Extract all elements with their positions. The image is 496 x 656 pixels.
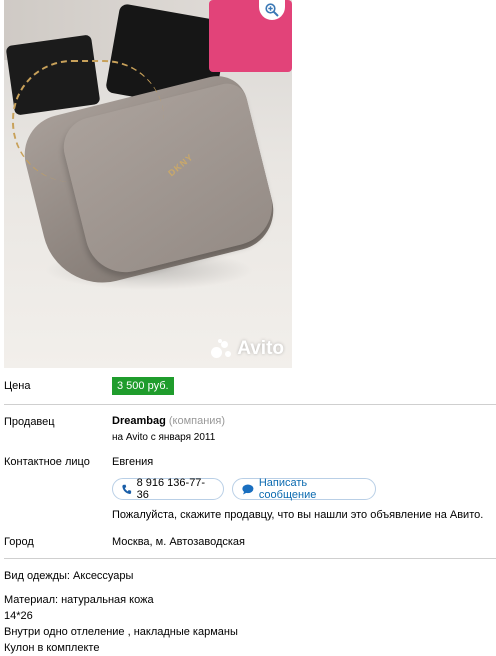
listing-photo[interactable]: DKNY Avito	[4, 0, 292, 368]
divider	[4, 558, 496, 559]
city-value: Москва, м. Автозаводская	[112, 536, 245, 548]
price-label: Цена	[4, 380, 31, 392]
city-label: Город	[4, 536, 34, 548]
contact-name: Евгения	[112, 456, 154, 468]
seller-name-link[interactable]: Dreambag	[112, 415, 166, 427]
phone-icon	[122, 484, 132, 494]
seller-type: (компания)	[168, 415, 226, 427]
description-text: Материал: натуральная кожа 14*26 Внутри …	[4, 592, 484, 656]
city-row: Город Москва, м. Автозаводская	[4, 536, 496, 552]
show-phone-button[interactable]: 8 916 136-77-36	[112, 477, 224, 501]
description-line: Внутри одно отлеление , накладные карман…	[4, 626, 238, 638]
avito-watermark: Avito	[211, 338, 284, 360]
magnifier-plus-icon	[265, 3, 279, 17]
seller-info: Dreambag (компания)	[112, 415, 225, 427]
avito-logo-icon	[211, 339, 233, 359]
price-badge: 3 500 руб.	[112, 377, 174, 395]
contact-note: Пожалуйста, скажите продавцу, что вы наш…	[112, 509, 484, 521]
contact-row: Контактное лицо Евгения	[4, 455, 496, 473]
phone-number: 8 916 136-77-36	[136, 477, 206, 501]
photo-bag-chain	[12, 60, 164, 182]
chat-bubble-icon	[242, 483, 254, 495]
clothing-category: Вид одежды: Аксессуары	[4, 570, 134, 582]
price-row: Цена 3 500 руб.	[4, 377, 496, 397]
avito-watermark-text: Avito	[237, 338, 284, 359]
divider	[4, 404, 496, 405]
write-message-label: Написать сообщение	[258, 477, 317, 501]
contact-label: Контактное лицо	[4, 456, 90, 468]
seller-label: Продавец	[4, 416, 55, 428]
seller-since: на Avito с января 2011	[112, 432, 216, 443]
description-line: 14*26	[4, 610, 33, 622]
contact-note-row: Пожалуйста, скажите продавцу, что вы наш…	[4, 509, 496, 525]
seller-row: Продавец Dreambag (компания) на Avito с …	[4, 414, 496, 448]
description-line: Материал: натуральная кожа	[4, 594, 154, 606]
write-message-button[interactable]: Написать сообщение	[232, 477, 376, 501]
description-line: Кулон в комплекте	[4, 642, 100, 654]
price-value: 3 500 руб.	[112, 377, 174, 395]
